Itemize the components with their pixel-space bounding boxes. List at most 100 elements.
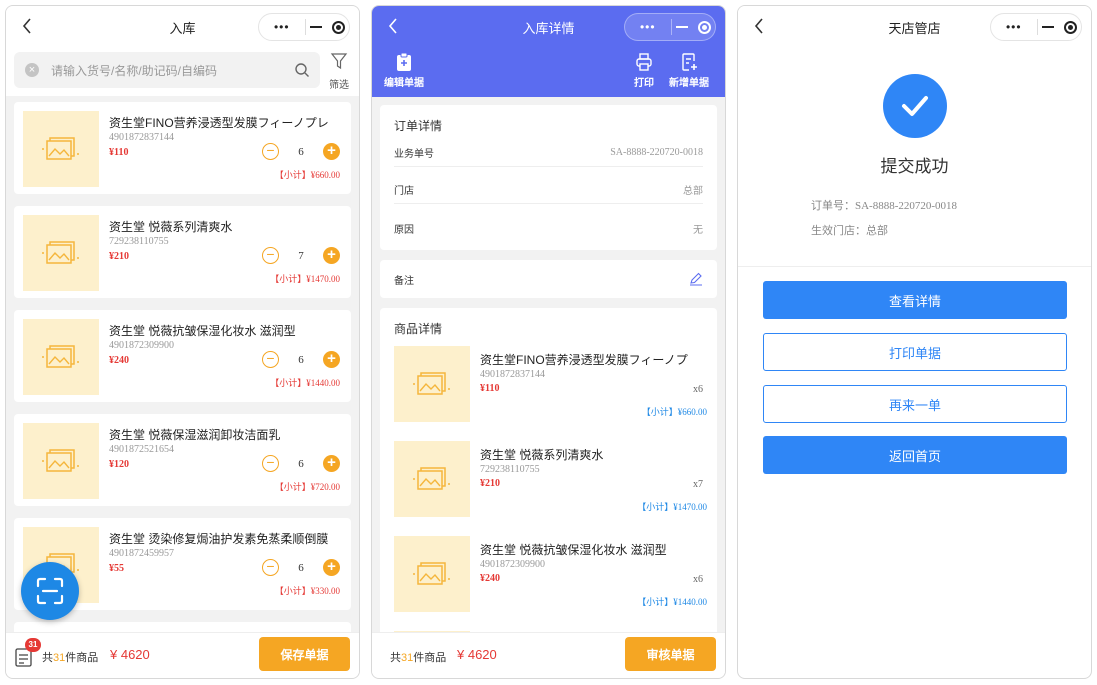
subtotal: 【小计】¥1440.00 [270, 378, 340, 388]
list-item[interactable] [14, 622, 351, 632]
product-code: 4901872837144 [109, 132, 174, 143]
subtotal: 【小计】¥1470.00 [270, 274, 340, 284]
remark-card[interactable]: 备注 [380, 260, 717, 298]
back-home-button[interactable]: 返回首页 [763, 436, 1067, 474]
print-label: 打印 [634, 78, 654, 89]
mini-program-capsule: ••• [624, 13, 716, 41]
minus-button[interactable]: − [262, 559, 279, 576]
plus-button[interactable]: + [323, 351, 340, 368]
product-name: 资生堂 悦薇系列清爽水 [480, 448, 604, 462]
minus-button[interactable]: − [262, 247, 279, 264]
minus-button[interactable]: − [262, 455, 279, 472]
product-price: ¥210 [480, 478, 500, 489]
back-icon[interactable] [20, 16, 34, 36]
back-icon[interactable] [752, 16, 766, 36]
reason-row: 原因无 [394, 224, 703, 236]
back-icon[interactable] [386, 16, 400, 36]
remark-label: 备注 [394, 275, 414, 287]
mini-program-capsule: ••• [258, 13, 350, 41]
search-placeholder: 请输入货号/名称/助记码/自编码 [51, 63, 218, 78]
total-amount: ¥ 4620 [457, 647, 497, 662]
print-document-button[interactable]: 打印单据 [763, 333, 1067, 371]
minimize-icon[interactable] [671, 26, 693, 28]
plus-button[interactable]: + [323, 559, 340, 576]
page-title: 入库详情 [522, 20, 575, 36]
edit-pencil-icon[interactable] [689, 272, 703, 286]
more-icon[interactable]: ••• [991, 20, 1037, 34]
quantity-value[interactable]: 6 [279, 146, 323, 158]
close-target-icon[interactable] [693, 20, 715, 34]
mini-program-capsule: ••• [990, 13, 1082, 41]
filter-icon [330, 53, 348, 70]
view-detail-button[interactable]: 查看详情 [763, 281, 1067, 319]
effective-store-text: 生效门店：总部 [811, 225, 888, 237]
new-document-label: 新增单据 [669, 78, 709, 89]
product-code: 729238110755 [480, 464, 540, 475]
page-title: 入库 [169, 20, 196, 36]
product-name: 资生堂FINO营养浸透型发膜フィーノプレ [109, 116, 329, 130]
plus-button[interactable]: + [323, 455, 340, 472]
product-code: 4901872521654 [109, 444, 174, 455]
minus-button[interactable]: − [262, 351, 279, 368]
more-icon[interactable]: ••• [625, 20, 671, 34]
quantity-value[interactable]: 7 [279, 250, 323, 262]
image-placeholder-icon [394, 536, 470, 612]
product-price: ¥210 [109, 251, 129, 262]
product-code: 4901872309900 [480, 559, 545, 570]
close-target-icon[interactable] [327, 20, 349, 34]
list-item[interactable]: 资生堂 悦薇系列清爽水 729238110755 ¥210 − 7 + 【小计】… [14, 206, 351, 298]
edit-document-button[interactable]: 编辑单据 [384, 52, 424, 89]
search-input[interactable]: × 请输入货号/名称/助记码/自编码 [14, 52, 320, 88]
clipboard-icon [397, 52, 411, 71]
product-price: ¥110 [109, 147, 129, 158]
save-button[interactable]: 保存单据 [259, 637, 350, 671]
quantity-value[interactable]: 6 [279, 354, 323, 366]
product-price: ¥110 [480, 383, 500, 394]
list-item: 资生堂FINO营养浸透型发膜フィーノプ 4901872837144 ¥110 x… [394, 346, 707, 424]
goods-detail-card: 商品详情 资生堂FINO营养浸透型发膜フィーノプ 4901872837144 ¥… [380, 308, 717, 638]
product-code: 4901872837144 [480, 369, 545, 380]
scan-button[interactable] [21, 562, 79, 620]
search-bar: × 请输入货号/名称/助记码/自编码 筛选 [6, 48, 359, 96]
quantity-value[interactable]: 6 [279, 458, 323, 470]
product-quantity: x6 [693, 384, 703, 395]
phone-stock-in-detail: 入库详情 ••• 编辑单据 打印 新增单据 订单详情 业务单号 SA-8888-2… [371, 5, 726, 679]
section-title: 订单详情 [394, 119, 443, 133]
quantity-stepper: − 7 + [262, 247, 340, 264]
minus-button[interactable]: − [262, 143, 279, 160]
quantity-stepper: − 6 + [262, 351, 340, 368]
close-target-icon[interactable] [1059, 20, 1081, 34]
success-check-icon [883, 74, 947, 138]
subtotal: 【小计】¥1440.00 [637, 597, 707, 607]
list-item[interactable]: 资生堂FINO营养浸透型发膜フィーノプレ 4901872837144 ¥110 … [14, 102, 351, 194]
quantity-value[interactable]: 6 [279, 562, 323, 574]
new-document-button[interactable]: 新增单据 [669, 52, 709, 89]
product-price: ¥240 [480, 573, 500, 584]
plus-button[interactable]: + [323, 247, 340, 264]
more-icon[interactable]: ••• [259, 20, 305, 34]
nav-bar: 天店管店 ••• [738, 6, 1091, 48]
page-title: 天店管店 [888, 20, 941, 36]
new-document-icon [682, 53, 697, 71]
filter-button[interactable]: 筛选 [327, 52, 351, 91]
image-placeholder-icon [394, 441, 470, 517]
search-icon[interactable] [294, 62, 310, 78]
list-item[interactable]: 资生堂 悦薇保湿滋润卸妆洁面乳 4901872521654 ¥120 − 6 +… [14, 414, 351, 506]
order-no-row: 业务单号 SA-8888-220720-0018 [394, 139, 703, 167]
order-detail-card: 订单详情 业务单号 SA-8888-220720-0018 门店 总部 原因无 [380, 105, 717, 250]
minimize-icon[interactable] [1037, 26, 1059, 28]
audit-button[interactable]: 审核单据 [625, 637, 716, 671]
nav-bar: 入库 ••• [6, 6, 359, 48]
minimize-icon[interactable] [305, 26, 327, 28]
plus-button[interactable]: + [323, 143, 340, 160]
print-button[interactable]: 打印 [634, 52, 654, 89]
order-number-text: 订单号：SA-8888-220720-0018 [811, 200, 958, 212]
product-list: 资生堂FINO营养浸透型发膜フィーノプレ 4901872837144 ¥110 … [6, 102, 359, 632]
image-placeholder-icon [23, 111, 99, 187]
list-item[interactable]: 资生堂 悦薇抗皱保湿化妆水 滋润型 4901872309900 ¥240 − 6… [14, 310, 351, 402]
subtotal: 【小计】¥1470.00 [637, 502, 707, 512]
subtotal: 【小计】¥660.00 [274, 170, 340, 180]
product-quantity: x6 [693, 574, 703, 585]
clear-icon[interactable]: × [25, 63, 39, 77]
new-order-button[interactable]: 再来一单 [763, 385, 1067, 423]
